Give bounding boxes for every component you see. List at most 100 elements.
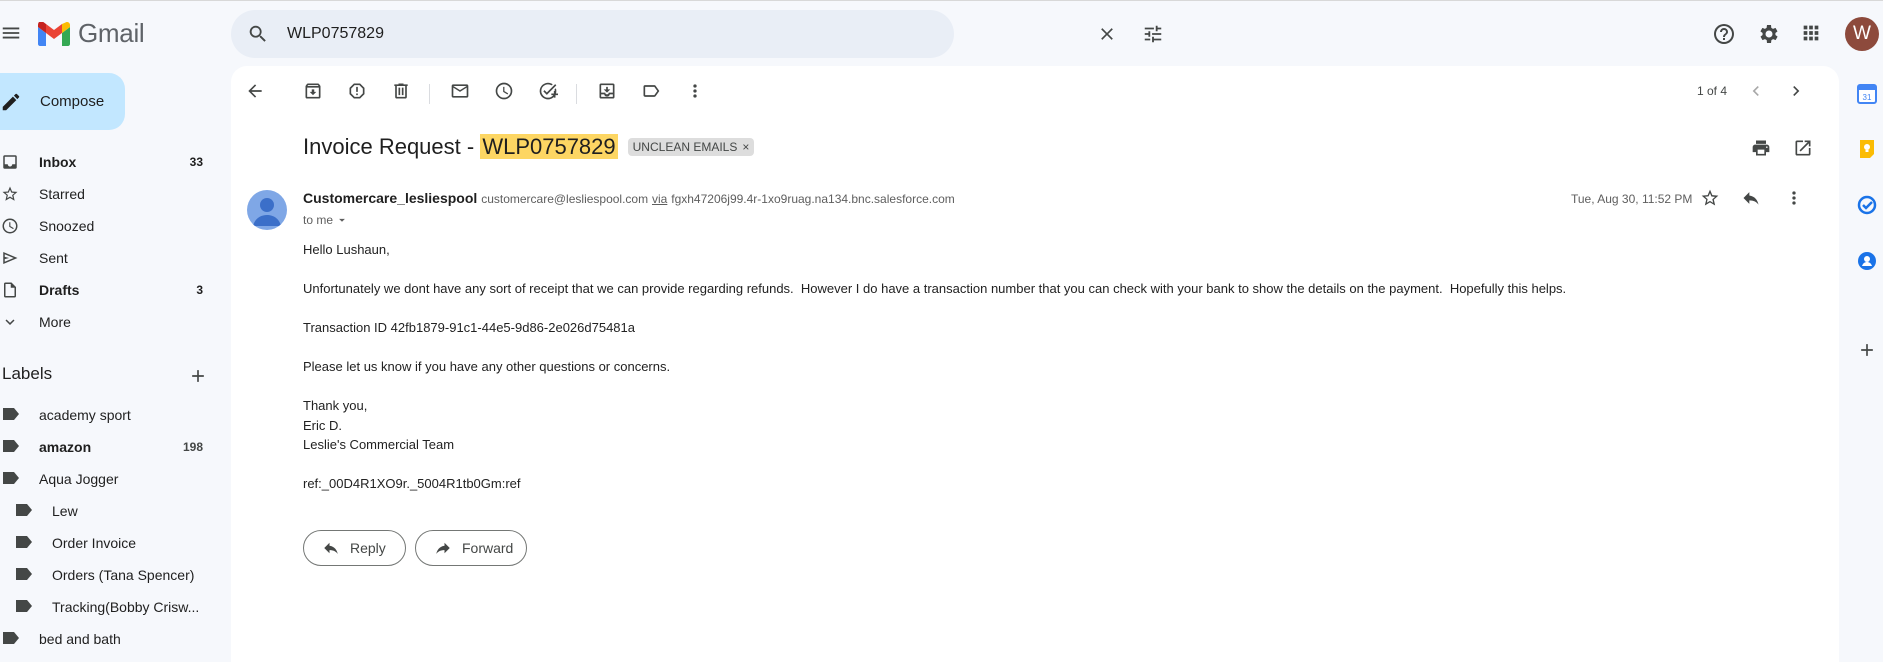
move-to-icon[interactable] xyxy=(597,81,617,101)
label-name: Aqua Jogger xyxy=(39,471,119,487)
toolbar-divider xyxy=(576,84,577,104)
label-chip[interactable]: UNCLEAN EMAILS × xyxy=(627,138,755,156)
add-task-icon[interactable] xyxy=(538,81,558,101)
tasks-icon[interactable] xyxy=(1857,195,1877,215)
search-icon[interactable] xyxy=(247,23,269,45)
forward-arrow-icon xyxy=(436,542,450,554)
label-chip-text: UNCLEAN EMAILS xyxy=(632,140,738,154)
sidebar-item-label: Drafts xyxy=(39,282,80,298)
side-panel-rail: 31 xyxy=(1851,0,1883,662)
label-name: Tracking(Bobby Crisw... xyxy=(52,599,200,615)
sidebar-item-sent[interactable]: Sent xyxy=(0,242,215,274)
older-chevron-right-icon[interactable] xyxy=(1786,81,1806,101)
signature-team: Leslie's Commercial Team xyxy=(303,437,455,452)
star-icon xyxy=(1,185,19,203)
calendar-icon[interactable]: 31 xyxy=(1857,84,1877,104)
sender-avatar[interactable] xyxy=(247,190,287,230)
sidebar-item-more[interactable]: More xyxy=(0,306,215,338)
create-label-plus-icon[interactable] xyxy=(188,366,208,386)
newer-chevron-left-icon[interactable] xyxy=(1746,81,1766,101)
via-link[interactable]: via xyxy=(652,192,667,206)
body-paragraph: Unfortunately we dont have any sort of r… xyxy=(303,281,1567,296)
sender-name[interactable]: Customercare_lesliespool xyxy=(303,190,477,206)
label-item-academy-sport[interactable]: academy sport xyxy=(0,398,215,430)
reply-icon[interactable] xyxy=(1741,188,1761,208)
forward-label: Forward xyxy=(462,540,514,556)
more-options-vertical-icon[interactable] xyxy=(1784,188,1804,208)
subject-row: Invoice Request - WLP0757829 UNCLEAN EMA… xyxy=(303,134,755,160)
labels-title: Labels xyxy=(2,364,53,383)
label-icon[interactable] xyxy=(641,81,661,101)
subject-text: Invoice Request - xyxy=(303,134,481,159)
delete-trash-icon[interactable] xyxy=(391,81,411,101)
app-name: Gmail xyxy=(78,18,145,48)
sidebar-item-snoozed[interactable]: Snoozed xyxy=(0,210,215,242)
email-body: Hello Lushaun, Unfortunately we dont hav… xyxy=(303,240,1566,513)
back-arrow-icon[interactable] xyxy=(245,81,265,101)
snooze-clock-icon[interactable] xyxy=(494,81,514,101)
label-item-orders-tana-spencer[interactable]: Orders (Tana Spencer) xyxy=(0,558,215,590)
compose-button[interactable]: Compose xyxy=(0,73,125,130)
more-options-vertical-icon[interactable] xyxy=(685,81,705,101)
sidebar-item-inbox[interactable]: Inbox 33 xyxy=(0,146,215,178)
draft-icon xyxy=(1,281,19,299)
label-count: 198 xyxy=(182,440,203,454)
search-options-icon[interactable] xyxy=(1142,23,1164,45)
print-icon[interactable] xyxy=(1751,138,1771,158)
sidebar-item-starred[interactable]: Starred xyxy=(0,178,215,210)
clock-icon xyxy=(1,217,19,235)
email-subject: Invoice Request - WLP0757829 xyxy=(303,134,618,160)
label-item-bed-and-bath[interactable]: bed and bath xyxy=(0,622,215,654)
google-apps-icon[interactable] xyxy=(1800,22,1822,44)
recipient-details[interactable]: to me xyxy=(303,213,349,227)
send-icon xyxy=(1,249,19,267)
clear-search-icon[interactable] xyxy=(1097,24,1117,44)
reply-arrow-icon xyxy=(324,542,338,554)
label-tag-icon xyxy=(3,472,19,484)
star-email-icon[interactable] xyxy=(1700,188,1720,208)
main-menu-icon[interactable] xyxy=(0,22,22,44)
label-tag-icon xyxy=(16,536,32,548)
remove-label-icon[interactable]: × xyxy=(742,140,749,154)
greeting: Hello Lushaun, xyxy=(303,242,390,257)
get-addons-plus-icon[interactable] xyxy=(1857,340,1877,360)
keep-notes-icon[interactable] xyxy=(1857,139,1877,159)
label-name: Lew xyxy=(52,503,78,519)
label-item-order-invoice[interactable]: Order Invoice xyxy=(0,526,215,558)
search-input[interactable] xyxy=(287,22,847,46)
label-item-amazon[interactable]: amazon 198 xyxy=(0,430,215,462)
forward-button[interactable]: Forward xyxy=(415,530,527,566)
label-item-lew[interactable]: Lew xyxy=(0,494,215,526)
label-tag-icon xyxy=(16,504,32,516)
unread-count: 33 xyxy=(189,155,203,169)
report-spam-icon[interactable] xyxy=(347,81,367,101)
sidebar-item-label: Inbox xyxy=(39,154,77,170)
sidebar-item-label: Snoozed xyxy=(39,218,95,234)
message-pane: 1 of 4 Invoice Request - WLP0757829 UNCL… xyxy=(231,66,1839,662)
label-item-tracking-bobby[interactable]: Tracking(Bobby Crisw... xyxy=(0,590,215,622)
open-in-new-window-icon[interactable] xyxy=(1793,138,1813,158)
help-icon[interactable] xyxy=(1712,22,1736,46)
reply-label: Reply xyxy=(350,540,386,556)
label-name: Order Invoice xyxy=(52,535,137,551)
chevron-down-icon xyxy=(1,313,19,331)
mark-unread-icon[interactable] xyxy=(450,81,470,101)
search-bar[interactable] xyxy=(231,10,1162,58)
transaction-id: Transaction ID 42fb1879-91c1-44e5-9d86-2… xyxy=(303,320,635,335)
recipient-text: to me xyxy=(303,213,334,227)
sidebar-item-label: Starred xyxy=(39,186,85,202)
contacts-icon[interactable] xyxy=(1857,251,1877,271)
signoff: Thank you, xyxy=(303,398,368,413)
label-item-aqua-jogger[interactable]: Aqua Jogger xyxy=(0,462,215,494)
archive-icon[interactable] xyxy=(303,81,323,101)
sidebar-nav: Inbox 33 Starred Snoozed Sent Drafts 3 M… xyxy=(0,146,215,338)
settings-gear-icon[interactable] xyxy=(1756,22,1780,46)
label-name: bed and bath xyxy=(39,631,121,647)
gmail-logo[interactable]: Gmail xyxy=(38,18,145,49)
sidebar-item-drafts[interactable]: Drafts 3 xyxy=(0,274,215,306)
caret-down-icon xyxy=(339,218,345,222)
subject-search-highlight: WLP0757829 xyxy=(480,134,618,159)
reply-button[interactable]: Reply xyxy=(303,530,406,566)
signature-name: Eric D. xyxy=(303,417,342,433)
labels-list: academy sport amazon 198 Aqua Jogger Lew… xyxy=(0,398,215,654)
